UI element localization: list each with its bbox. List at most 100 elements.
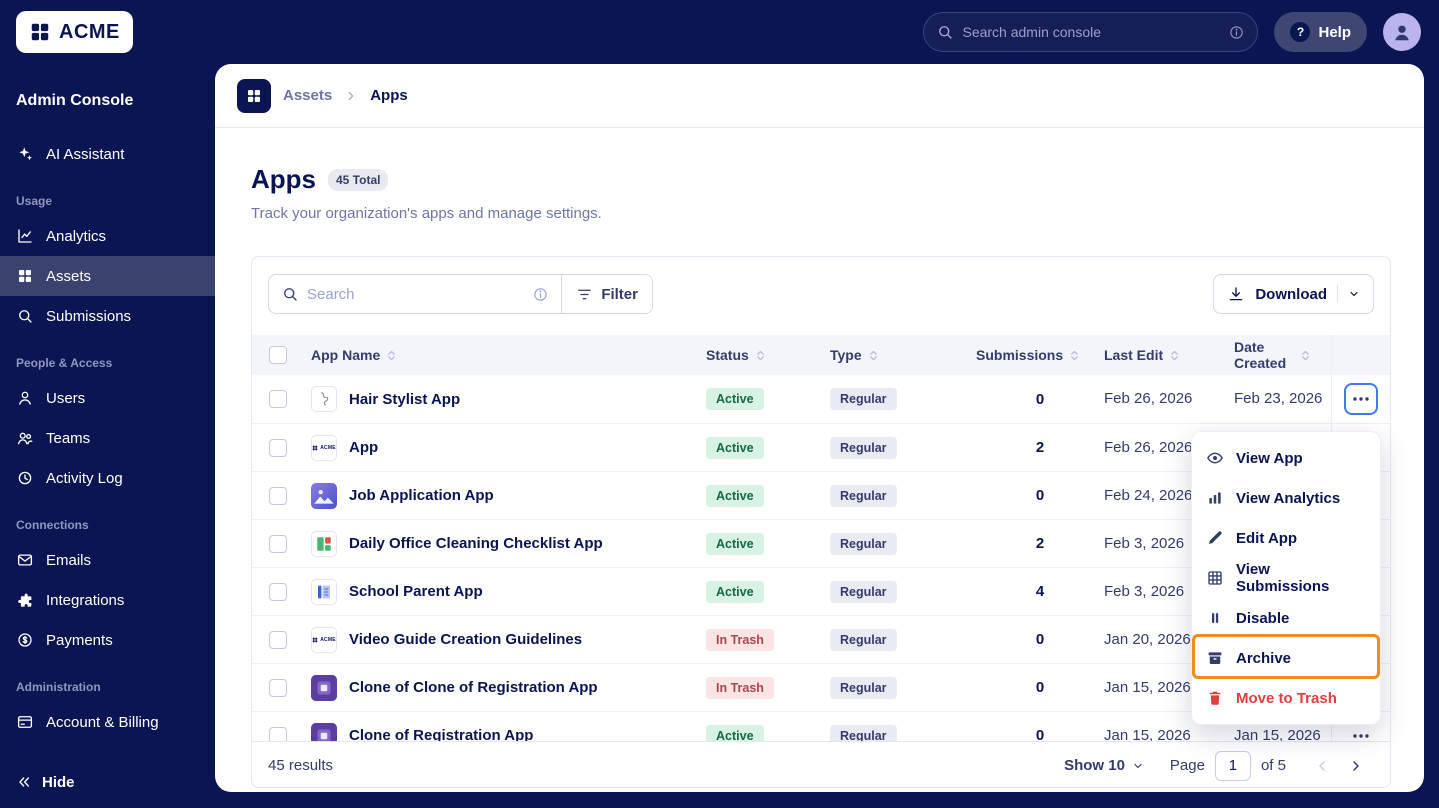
people-icon: [16, 429, 34, 447]
sidebar-group-people-access: People & Access: [16, 356, 113, 370]
sidebar-item-account-billing[interactable]: Account & Billing: [0, 702, 215, 742]
table-footer: 45 results Show 10 Page of 5: [252, 741, 1390, 789]
submissions-count: 4: [1035, 583, 1045, 600]
app-name-link[interactable]: Clone of Clone of Registration App: [349, 679, 598, 696]
column-status: Status: [706, 347, 749, 363]
row-checkbox[interactable]: [269, 582, 287, 601]
status-badge: Active: [706, 388, 764, 410]
sort-icon[interactable]: [1068, 349, 1081, 362]
app-name-link[interactable]: App: [349, 439, 378, 456]
avatar[interactable]: [1383, 13, 1421, 51]
results-count: 45 results: [268, 757, 334, 774]
breadcrumb-apps: Apps: [370, 87, 408, 104]
question-icon: ?: [1290, 22, 1311, 42]
row-checkbox[interactable]: [269, 486, 287, 505]
sidebar-item-label: Assets: [46, 267, 92, 285]
table-grid-icon: [1206, 569, 1224, 587]
column-date-created: Date Created: [1234, 338, 1287, 371]
app-name-link[interactable]: Video Guide Creation Guidelines: [349, 631, 582, 648]
admin-console-page: ACME ? Help Admin Console: [0, 0, 1439, 808]
menu-item-label: View Analytics: [1236, 489, 1341, 507]
table-search[interactable]: [269, 275, 561, 313]
sidebar-item-activity-log[interactable]: Activity Log: [0, 458, 215, 498]
app-name-link[interactable]: Daily Office Cleaning Checklist App: [349, 535, 603, 552]
acme-logo[interactable]: ACME: [16, 11, 133, 53]
menu-item-label: View Submissions: [1236, 561, 1330, 595]
last-edit-date: Feb 3, 2026: [1104, 582, 1185, 600]
submissions-count: 2: [1035, 439, 1045, 456]
row-checkbox[interactable]: [269, 438, 287, 457]
sidebar-item-label: Users: [46, 389, 86, 407]
sort-icon[interactable]: [867, 349, 880, 362]
app-name-link[interactable]: School Parent App: [349, 583, 483, 600]
acme-logo-icon: [29, 21, 51, 43]
chevron-down-icon: [1348, 288, 1360, 300]
last-edit-date: Feb 24, 2026: [1104, 486, 1193, 504]
sort-icon[interactable]: [385, 349, 398, 362]
hide-sidebar-button[interactable]: Hide: [0, 762, 91, 802]
sidebar-item-submissions[interactable]: Submissions: [0, 296, 215, 336]
sidebar-item-payments[interactable]: Payments: [0, 620, 215, 660]
sidebar-item-teams[interactable]: Teams: [0, 418, 215, 458]
table-search-input[interactable]: [307, 285, 525, 303]
download-button[interactable]: Download: [1213, 274, 1374, 314]
column-submissions: Submissions: [976, 347, 1064, 363]
submissions-count: 0: [1035, 487, 1045, 504]
date-created: Feb 23, 2026: [1234, 390, 1323, 407]
menu-item-label: Archive: [1236, 649, 1292, 667]
row-actions-button[interactable]: [1343, 383, 1378, 415]
of-pages-label: of 5: [1260, 757, 1286, 774]
row-checkbox[interactable]: [269, 534, 287, 553]
submissions-count: 2: [1035, 535, 1045, 552]
menu-item-view-app[interactable]: View App: [1192, 438, 1380, 478]
sidebar-item-ai-assistant[interactable]: AI Assistant: [0, 134, 215, 174]
app-name-link[interactable]: Hair Stylist App: [349, 391, 460, 408]
menu-item-edit-app[interactable]: Edit App: [1192, 518, 1380, 558]
sidebar-group-connections: Connections: [16, 518, 89, 532]
breadcrumb-assets[interactable]: Assets: [283, 87, 332, 104]
type-badge: Regular: [830, 724, 897, 741]
menu-item-view-analytics[interactable]: View Analytics: [1192, 478, 1380, 518]
topbar: ACME ? Help: [0, 0, 1439, 64]
menu-item-move-to-trash[interactable]: Move to Trash: [1192, 678, 1380, 718]
filter-button[interactable]: Filter: [561, 275, 652, 313]
row-checkbox[interactable]: [269, 390, 287, 408]
menu-item-label: Move to Trash: [1236, 689, 1337, 707]
admin-search-input[interactable]: [962, 24, 1221, 40]
sidebar-item-analytics[interactable]: Analytics: [0, 216, 215, 256]
next-page-button[interactable]: [1344, 754, 1368, 778]
app-name-link[interactable]: Clone of Registration App: [349, 727, 533, 741]
admin-search[interactable]: [923, 12, 1259, 52]
menu-item-view-submissions[interactable]: View Submissions: [1192, 558, 1380, 598]
filter-icon: [576, 286, 593, 303]
previous-page-button[interactable]: [1310, 754, 1334, 778]
page-title: Apps: [251, 164, 316, 194]
type-badge: Regular: [830, 628, 897, 651]
sidebar-item-users[interactable]: Users: [0, 378, 215, 418]
sort-icon[interactable]: [1299, 349, 1312, 362]
page-number-input[interactable]: [1214, 750, 1251, 781]
table-header: App Name Status Type Submissions Last Ed…: [252, 335, 1390, 375]
select-all-checkbox[interactable]: [269, 346, 287, 364]
sparkles-icon: [16, 145, 34, 163]
sidebar-item-label: Teams: [46, 429, 91, 447]
app-name-link[interactable]: Job Application App: [349, 487, 494, 504]
download-label: Download: [1255, 285, 1327, 303]
show-per-page-dropdown[interactable]: Show 10: [1064, 757, 1144, 774]
sidebar-item-integrations[interactable]: Integrations: [0, 580, 215, 620]
sidebar-item-assets[interactable]: Assets: [0, 256, 215, 296]
row-checkbox[interactable]: [269, 678, 287, 697]
help-button[interactable]: ? Help: [1274, 12, 1367, 52]
apps-grid-icon: [16, 267, 34, 285]
sort-icon[interactable]: [1168, 349, 1181, 362]
dollar-circle-icon: [16, 631, 34, 649]
sidebar-item-label: Account & Billing: [46, 713, 159, 731]
column-last-edit: Last Edit: [1104, 347, 1164, 363]
menu-item-disable[interactable]: Disable: [1192, 598, 1380, 638]
row-checkbox[interactable]: [269, 630, 287, 649]
sidebar-item-emails[interactable]: Emails: [0, 540, 215, 580]
last-edit-date: Jan 20, 2026: [1104, 630, 1191, 648]
row-checkbox[interactable]: [269, 726, 287, 741]
menu-item-archive[interactable]: Archive: [1192, 638, 1380, 678]
sort-icon[interactable]: [754, 349, 767, 362]
